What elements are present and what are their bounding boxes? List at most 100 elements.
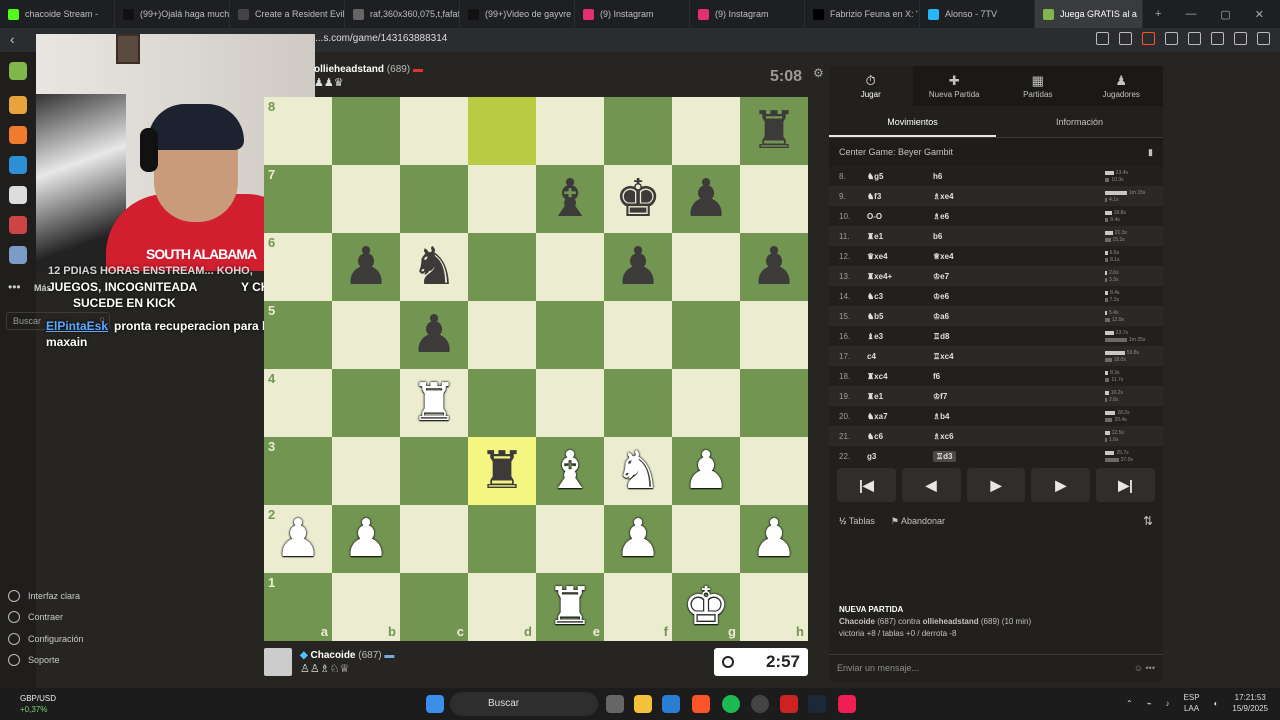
- brave-icon[interactable]: [692, 695, 710, 713]
- board-square[interactable]: [332, 165, 400, 233]
- bottom-player-name-row[interactable]: ◆ Chacoide (687) ▬: [300, 650, 394, 661]
- white-piece-bishop[interactable]: ♝: [547, 445, 594, 497]
- white-move[interactable]: ♞c6: [867, 432, 933, 441]
- white-move[interactable]: ♜xe4+: [867, 272, 933, 281]
- sidebar-bottom-item[interactable]: Contraer: [8, 611, 63, 623]
- board-square[interactable]: [604, 301, 672, 369]
- black-move[interactable]: ♖d8: [933, 332, 999, 341]
- watch-icon[interactable]: [9, 186, 27, 204]
- mic-icon[interactable]: ♪: [1166, 698, 1170, 709]
- board-square[interactable]: [332, 97, 400, 165]
- black-name[interactable]: ollieheadstand: [923, 617, 979, 626]
- board-square[interactable]: ♟: [740, 233, 808, 301]
- white-move[interactable]: ♞f3: [867, 192, 933, 201]
- brave-shield-icon[interactable]: [1142, 32, 1155, 45]
- previous-move-button[interactable]: ◀: [901, 468, 961, 502]
- board-square[interactable]: [536, 233, 604, 301]
- settings-gear-icon[interactable]: ⚙: [813, 66, 824, 80]
- browser-tab[interactable]: Create a Resident Evil: [230, 0, 345, 28]
- black-piece-pawn[interactable]: ♟: [751, 241, 798, 293]
- board-square[interactable]: [400, 437, 468, 505]
- board-square[interactable]: [400, 505, 468, 573]
- file-explorer-icon[interactable]: [634, 695, 652, 713]
- maximize-icon[interactable]: ▢: [1220, 8, 1230, 21]
- white-move[interactable]: ♜xc4: [867, 372, 933, 381]
- white-piece-pawn[interactable]: ♟: [275, 513, 322, 565]
- panel-tab[interactable]: ✚ Nueva Partida: [913, 66, 997, 106]
- white-piece-knight[interactable]: ♞: [615, 445, 662, 497]
- board-square[interactable]: b: [332, 573, 400, 641]
- board-square[interactable]: [740, 301, 808, 369]
- chess-board[interactable]: 8 ♜ 7 ♝ ♚ ♟ 6 ♟ ♞ ♟ ♟ 5 ♟ 4 ♜ 3 ♜ ♝ ♞ ♟ 2 ♟ ♟ ♟ ♟ 1 a b c d e ♜ f g ♚ h: [264, 97, 808, 641]
- play-button[interactable]: ▶: [966, 468, 1026, 502]
- board-square[interactable]: ♟: [672, 437, 740, 505]
- board-square[interactable]: 3: [264, 437, 332, 505]
- black-move[interactable]: ♖d3: [933, 450, 999, 462]
- board-square[interactable]: ♜: [400, 369, 468, 437]
- board-square[interactable]: ♝: [536, 437, 604, 505]
- board-square[interactable]: [468, 165, 536, 233]
- black-move[interactable]: ♔a6: [933, 312, 999, 321]
- panel-tab[interactable]: ▦ Partidas: [996, 66, 1080, 106]
- board-square[interactable]: [536, 97, 604, 165]
- white-piece-king[interactable]: ♚: [683, 581, 730, 633]
- steam-icon[interactable]: [808, 695, 826, 713]
- white-move[interactable]: ♞b5: [867, 312, 933, 321]
- black-move[interactable]: ♗xe4: [933, 192, 999, 201]
- top-player-name[interactable]: ollieheadstand: [314, 64, 384, 75]
- url-field[interactable]: ...s.com/game/143163888314: [315, 33, 447, 44]
- board-square[interactable]: [740, 437, 808, 505]
- emoji-icon[interactable]: ☺ •••: [1134, 663, 1155, 674]
- white-move[interactable]: c4: [867, 352, 933, 361]
- rewards-icon[interactable]: [1165, 32, 1178, 45]
- browser-tab[interactable]: (99+)Video de gayvre: [460, 0, 575, 28]
- board-square[interactable]: ♜: [740, 97, 808, 165]
- black-move[interactable]: ♖xc4: [933, 352, 999, 361]
- board-square[interactable]: ♟: [604, 233, 672, 301]
- close-window-icon[interactable]: ✕: [1255, 8, 1264, 21]
- black-move[interactable]: ♔e6: [933, 292, 999, 301]
- browser-tab[interactable]: Juega GRATIS al a✕: [1035, 0, 1143, 28]
- board-square[interactable]: [740, 165, 808, 233]
- back-icon[interactable]: ‹: [10, 31, 15, 47]
- white-piece-pawn[interactable]: ♟: [615, 513, 662, 565]
- board-square[interactable]: ♟: [332, 505, 400, 573]
- board-square[interactable]: [400, 165, 468, 233]
- white-move[interactable]: ♞c3: [867, 292, 933, 301]
- bottom-player-name[interactable]: Chacoide: [310, 650, 355, 661]
- board-square[interactable]: [672, 505, 740, 573]
- board-square[interactable]: [672, 233, 740, 301]
- white-piece-pawn[interactable]: ♟: [343, 513, 390, 565]
- sidebar-icon[interactable]: [1211, 32, 1224, 45]
- new-tab-icon[interactable]: +: [1155, 8, 1161, 21]
- white-piece-pawn[interactable]: ♟: [683, 445, 730, 497]
- board-square[interactable]: ♟: [740, 505, 808, 573]
- black-piece-pawn[interactable]: ♟: [683, 173, 730, 225]
- board-square[interactable]: [604, 97, 672, 165]
- puzzle-icon[interactable]: [1188, 32, 1201, 45]
- white-name[interactable]: Chacoide: [839, 617, 875, 626]
- windows-start-icon[interactable]: [426, 695, 444, 713]
- extension-icon[interactable]: [1096, 32, 1109, 45]
- first-move-button[interactable]: |◀: [837, 468, 896, 502]
- browser-tab[interactable]: raf,360x360,075,t,fafaf: [345, 0, 460, 28]
- board-square[interactable]: ♟: [332, 233, 400, 301]
- network-icon[interactable]: ⌁: [1147, 698, 1152, 709]
- opening-name[interactable]: Center Game: Beyer Gambit: [839, 147, 953, 157]
- board-square[interactable]: [332, 437, 400, 505]
- browser-tab[interactable]: (99+)Ojalá haga much: [115, 0, 230, 28]
- black-move[interactable]: b6: [933, 232, 999, 241]
- black-piece-knight[interactable]: ♞: [411, 241, 458, 293]
- board-square[interactable]: [468, 233, 536, 301]
- board-square[interactable]: ♜: [468, 437, 536, 505]
- white-piece-rook[interactable]: ♜: [411, 377, 458, 429]
- board-square[interactable]: [468, 505, 536, 573]
- resign-button[interactable]: ⚑ Abandonar: [891, 516, 945, 527]
- black-piece-pawn[interactable]: ♟: [343, 241, 390, 293]
- board-square[interactable]: [468, 369, 536, 437]
- panel-tab[interactable]: ⏱ Jugar: [829, 66, 913, 106]
- language-indicator[interactable]: ESP LAA: [1184, 692, 1200, 714]
- black-move[interactable]: h6: [933, 172, 999, 181]
- white-move[interactable]: ♞g5: [867, 172, 933, 181]
- board-square[interactable]: [400, 97, 468, 165]
